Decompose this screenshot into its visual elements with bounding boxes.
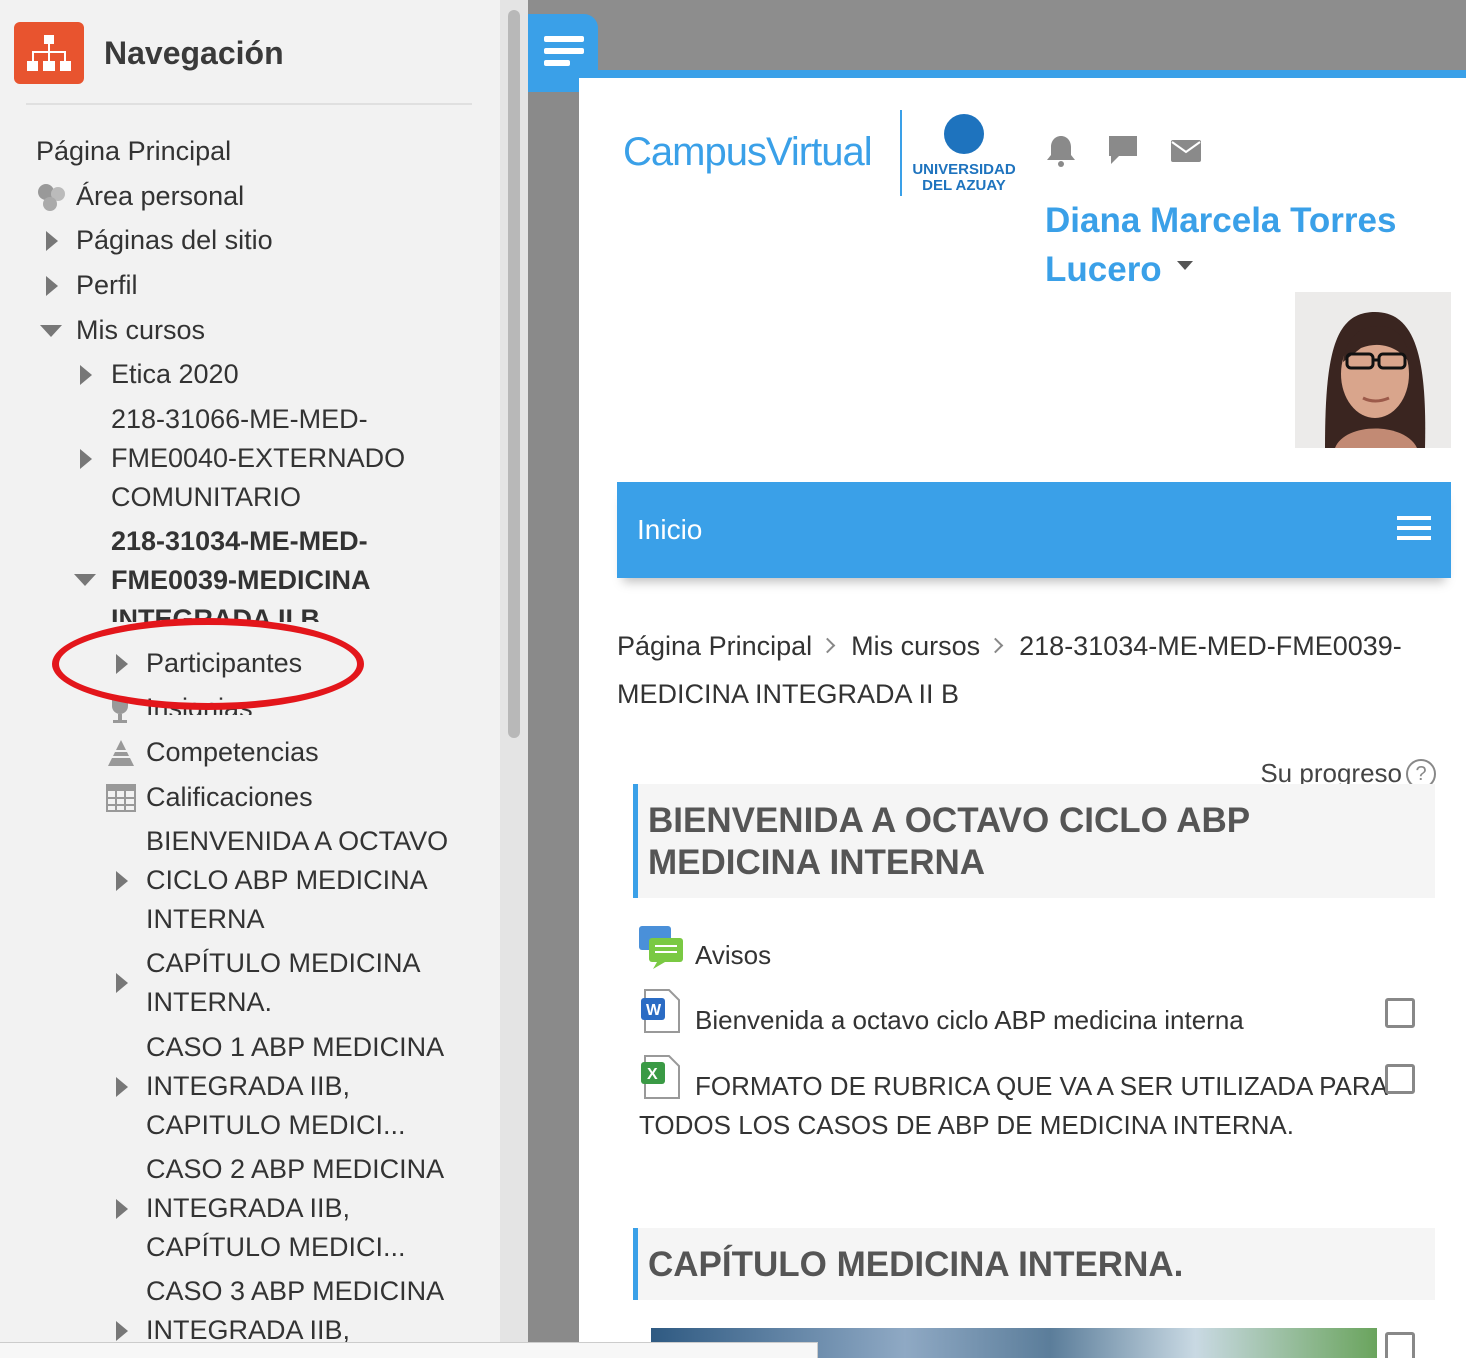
activity-rubric-l2[interactable]: TODOS LOS CASOS DE ABP DE MEDICINA INTER…	[639, 1106, 1294, 1144]
forum-icon	[637, 924, 683, 969]
top-bar-accent	[528, 70, 1466, 78]
dashboard-icon	[36, 182, 68, 217]
campus-virtual-logo[interactable]: CampusVirtual	[623, 130, 873, 175]
nav-item-course-externado-l1[interactable]: 218-31066-ME-MED-	[111, 400, 368, 439]
nav-item-section-chapter-l2[interactable]: INTERNA.	[146, 983, 272, 1022]
section-title-welcome: BIENVENIDA A OCTAVO CICLO ABP MEDICINA I…	[633, 784, 1435, 898]
section-title-chapter-text: CAPÍTULO MEDICINA INTERNA.	[648, 1245, 1184, 1284]
highlight-annotation	[52, 618, 364, 710]
excel-document-icon: X	[639, 1054, 683, 1099]
grades-table-icon	[106, 784, 136, 817]
university-logo[interactable]: UNIVERSIDAD DEL AZUAY	[909, 114, 1019, 194]
svg-text:X: X	[647, 1066, 658, 1083]
home-bar: Inicio	[617, 482, 1451, 578]
breadcrumb-course-l1[interactable]: 218-31034-ME-MED-FME0039-	[1019, 631, 1402, 661]
expand-icon[interactable]	[116, 1321, 128, 1341]
bell-icon[interactable]	[1045, 134, 1077, 173]
nav-item-competencies[interactable]: Competencias	[146, 733, 319, 772]
section-title-chapter: CAPÍTULO MEDICINA INTERNA.	[633, 1228, 1435, 1300]
nav-item-grades[interactable]: Calificaciones	[146, 778, 313, 817]
user-menu[interactable]: Diana Marcela Torres Lucero	[1045, 196, 1445, 294]
sitemap-icon	[14, 22, 84, 84]
nav-item-course-medicina-l2[interactable]: FME0039-MEDICINA	[111, 561, 371, 600]
activity-forum[interactable]: Avisos	[695, 936, 771, 974]
expand-icon[interactable]	[116, 973, 128, 993]
nav-divider	[26, 103, 472, 105]
nav-item-section-chapter-l1[interactable]: CAPÍTULO MEDICINA	[146, 944, 421, 983]
status-bar	[0, 1342, 818, 1358]
home-link[interactable]: Inicio	[637, 514, 702, 546]
chevron-right-icon	[819, 637, 836, 654]
navigation-drawer: Navegación Página Principal Área persona…	[0, 0, 500, 1358]
university-name-l1: UNIVERSIDAD	[912, 161, 1016, 178]
nav-item-section-case1-l1[interactable]: CASO 1 ABP MEDICINA	[146, 1028, 444, 1067]
avatar[interactable]	[1295, 292, 1451, 448]
activity-rubric-l1[interactable]: FORMATO DE RUBRICA QUE VA A SER UTILIZAD…	[695, 1067, 1388, 1105]
nav-item-section-case3-l1[interactable]: CASO 3 ABP MEDICINA	[146, 1272, 444, 1311]
breadcrumb: Página Principal Mis cursos 218-31034-ME-M…	[617, 622, 1437, 718]
breadcrumb-course-l2[interactable]: MEDICINA INTEGRADA II B	[617, 679, 959, 709]
logo-divider	[900, 110, 902, 196]
nav-item-section-case2-l1[interactable]: CASO 2 ABP MEDICINA	[146, 1150, 444, 1189]
expand-icon[interactable]	[80, 449, 92, 469]
expand-icon[interactable]	[116, 1199, 128, 1219]
nav-scrollbar[interactable]	[500, 0, 528, 1358]
activity-welcome-doc[interactable]: Bienvenida a octavo ciclo ABP medicina i…	[695, 1001, 1244, 1039]
scrollbar-thumb[interactable]	[508, 10, 520, 738]
expand-icon[interactable]	[116, 871, 128, 891]
chevron-right-icon	[987, 637, 1004, 654]
word-document-icon: W	[639, 988, 683, 1033]
menu-icon-line	[544, 48, 584, 54]
expand-icon[interactable]	[116, 1077, 128, 1097]
completion-checkbox[interactable]	[1385, 1332, 1415, 1358]
nav-title: Navegación	[104, 34, 284, 71]
nav-item-section-welcome-l1[interactable]: BIENVENIDA A OCTAVO	[146, 822, 448, 861]
nav-item-course-externado-l2[interactable]: FME0040-EXTERNADO	[111, 439, 405, 478]
nav-item-section-case2-l2[interactable]: INTEGRADA IIB,	[146, 1189, 350, 1228]
nav-item-section-welcome-l3[interactable]: INTERNA	[146, 900, 265, 939]
section-title-welcome-l2: MEDICINA INTERNA	[648, 843, 986, 882]
menu-icon-line	[544, 60, 570, 66]
expand-icon[interactable]	[46, 231, 58, 251]
nav-item-section-welcome-l2[interactable]: CICLO ABP MEDICINA	[146, 861, 428, 900]
nav-item-profile[interactable]: Perfil	[76, 266, 138, 305]
nav-item-site-pages[interactable]: Páginas del sitio	[76, 221, 273, 260]
svg-text:W: W	[646, 1002, 662, 1019]
nav-item-section-case2-l3[interactable]: CAPÍTULO MEDICI...	[146, 1228, 406, 1267]
nav-header: Navegación	[14, 22, 284, 84]
nav-item-section-case1-l3[interactable]: CAPITULO MEDICI...	[146, 1106, 406, 1145]
nav-item-course-medicina-l1[interactable]: 218-31034-ME-MED-	[111, 522, 368, 561]
expand-icon[interactable]	[80, 365, 92, 385]
competencies-icon	[106, 738, 136, 773]
university-seal-icon	[944, 114, 984, 154]
chat-bubble-icon[interactable]	[1107, 134, 1139, 173]
nav-item-section-case1-l2[interactable]: INTEGRADA IIB,	[146, 1067, 350, 1106]
menu-icon-line	[544, 36, 584, 42]
envelope-icon[interactable]	[1169, 134, 1203, 173]
nav-item-course-externado-l3[interactable]: COMUNITARIO	[111, 478, 301, 517]
collapse-icon[interactable]	[40, 325, 62, 337]
section-title-welcome-l1: BIENVENIDA A OCTAVO CICLO ABP	[648, 801, 1251, 840]
top-bar	[528, 0, 1466, 78]
main-content: CampusVirtual UNIVERSIDAD DEL AZUAY Dian…	[579, 78, 1466, 1358]
user-name-l2: Lucero	[1045, 250, 1162, 289]
collapse-icon[interactable]	[74, 574, 96, 586]
completion-checkbox[interactable]	[1385, 998, 1415, 1028]
nav-item-course-ethics[interactable]: Etica 2020	[111, 355, 239, 394]
expand-icon[interactable]	[46, 276, 58, 296]
nav-item-my-courses[interactable]: Mis cursos	[76, 311, 205, 350]
nav-item-personal[interactable]: Área personal	[76, 177, 244, 216]
breadcrumb-home[interactable]: Página Principal	[617, 631, 812, 661]
breadcrumb-courses[interactable]: Mis cursos	[851, 631, 980, 661]
page-gutter	[528, 0, 579, 1358]
chevron-down-icon[interactable]	[1177, 261, 1193, 270]
university-name-l2: DEL AZUAY	[922, 177, 1006, 194]
user-name-l1: Diana Marcela Torres	[1045, 201, 1397, 240]
completion-checkbox[interactable]	[1385, 1064, 1415, 1094]
nav-item-home[interactable]: Página Principal	[36, 132, 231, 171]
